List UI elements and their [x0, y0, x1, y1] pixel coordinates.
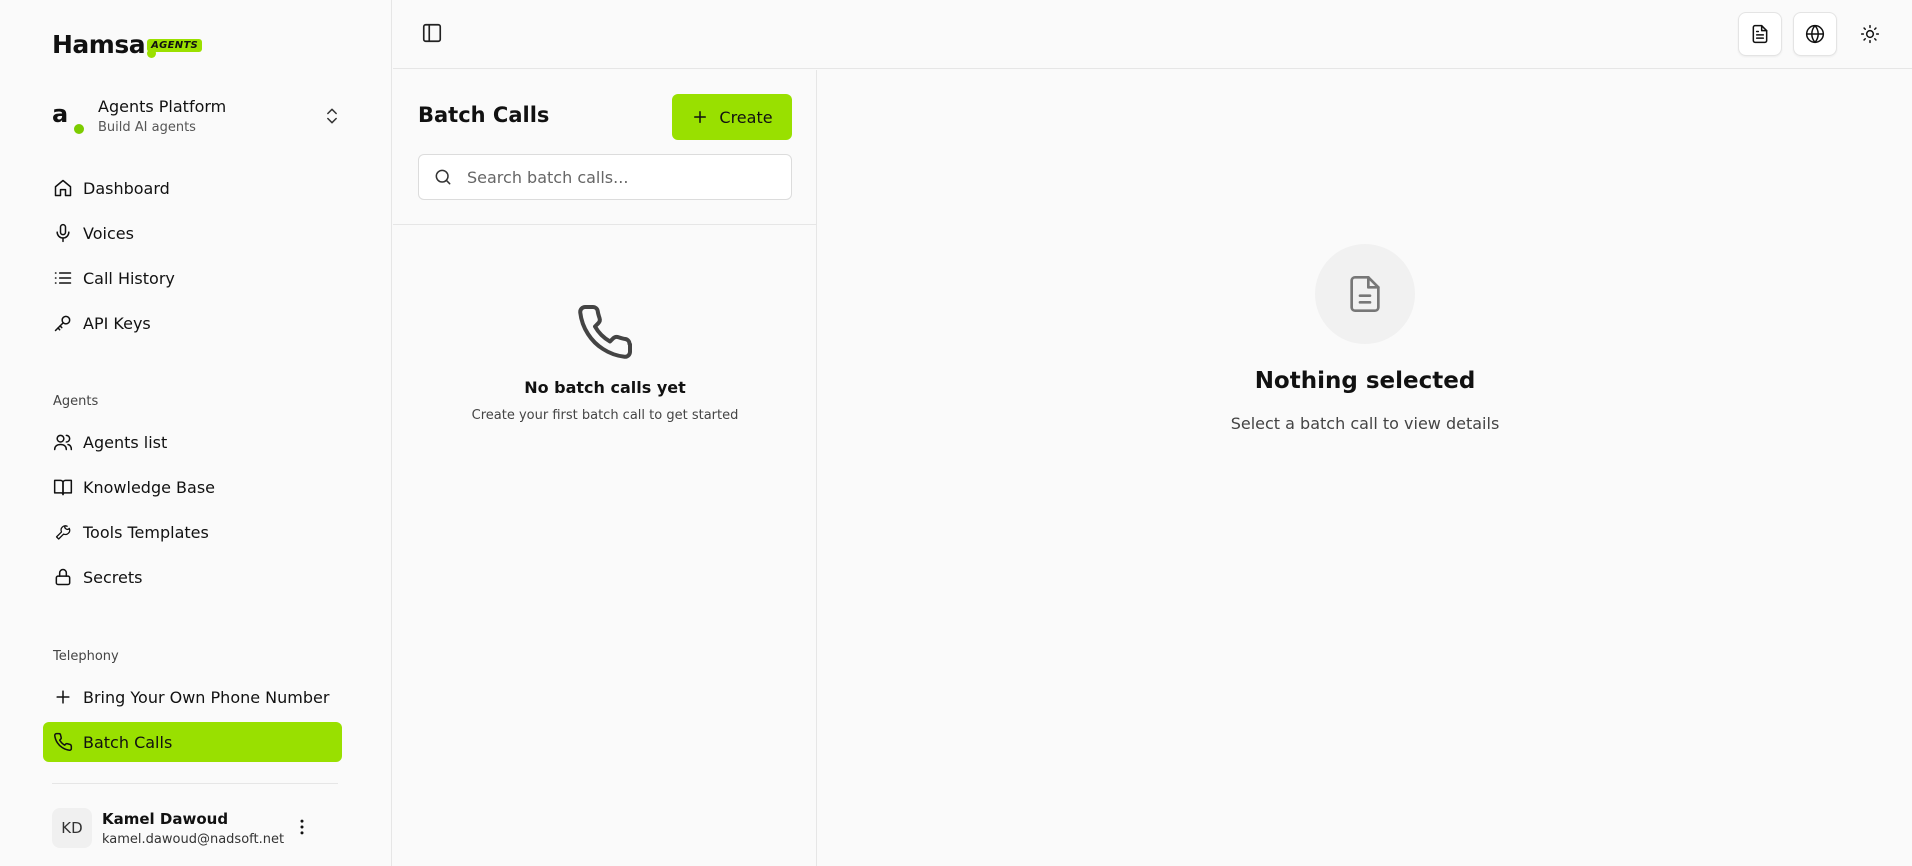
users-icon [53, 432, 73, 452]
workspace-title: Agents Platform [98, 97, 227, 116]
sidebar-item-label: Dashboard [83, 178, 170, 198]
top-bar [393, 0, 1912, 69]
document-icon [1750, 24, 1770, 44]
search-input[interactable] [467, 167, 767, 187]
document-icon [1345, 274, 1385, 314]
section-label-agents: Agents [53, 394, 99, 409]
batch-calls-header: Batch Calls Create [393, 70, 817, 225]
divider [52, 783, 338, 784]
workspace-switcher[interactable]: a Agents Platform Build AI agents [52, 90, 342, 142]
empty-state: No batch calls yet Create your first bat… [393, 302, 817, 423]
more-vertical-icon[interactable] [292, 817, 312, 837]
sidebar-item-label: Batch Calls [83, 732, 173, 752]
workspace-avatar-dot [74, 124, 84, 134]
empty-state-subtitle: Create your first batch call to get star… [471, 408, 739, 423]
sun-icon [1860, 24, 1880, 44]
search-box [418, 154, 792, 200]
sidebar-item-label: Knowledge Base [83, 477, 215, 497]
avatar: KD [52, 808, 92, 848]
microphone-icon [53, 223, 73, 243]
empty-state-title: No batch calls yet [524, 378, 686, 397]
sidebar-item-call-history[interactable]: Call History [43, 258, 342, 298]
sidebar: Hamsa AGENTS a Agents Platform Build AI … [0, 0, 392, 866]
sidebar-item-dashboard[interactable]: Dashboard [43, 168, 342, 208]
section-label-telephony: Telephony [53, 649, 119, 664]
sidebar-item-agents-list[interactable]: Agents list [43, 422, 342, 462]
lock-icon [53, 567, 73, 587]
sidebar-item-secrets[interactable]: Secrets [43, 557, 342, 597]
book-icon [53, 477, 73, 497]
user-profile[interactable]: KD Kamel Dawoud kamel.dawoud@nadsoft.net [52, 805, 342, 851]
wrench-icon [53, 522, 73, 542]
workspace-subtitle: Build AI agents [98, 120, 196, 135]
brand-badge-text: AGENTS [151, 40, 199, 51]
sidebar-toggle-icon[interactable] [421, 22, 443, 44]
detail-empty-state: Nothing selected Select a batch call to … [818, 244, 1912, 433]
globe-icon [1805, 24, 1825, 44]
sidebar-item-voices[interactable]: Voices [43, 213, 342, 253]
search-icon [433, 167, 453, 187]
brand-dot [147, 49, 157, 58]
sidebar-item-bring-your-own-number[interactable]: Bring Your Own Phone Number [43, 677, 342, 717]
sidebar-item-label: Voices [83, 223, 134, 243]
brand-logo[interactable]: Hamsa AGENTS [52, 30, 203, 59]
document-placeholder [1315, 244, 1415, 344]
user-name: Kamel Dawoud [102, 809, 229, 828]
theme-toggle-button[interactable] [1848, 12, 1892, 56]
key-icon [53, 313, 73, 333]
docs-button[interactable] [1738, 12, 1782, 56]
detail-empty-subtitle: Select a batch call to view details [1230, 414, 1500, 433]
chevrons-up-down-icon [322, 106, 342, 126]
sidebar-item-label: Tools Templates [83, 522, 209, 542]
phone-icon [575, 302, 635, 362]
workspace-avatar: a [52, 100, 84, 134]
workspace-avatar-letter: a [52, 100, 69, 128]
phone-icon [53, 732, 73, 752]
sidebar-item-label: Bring Your Own Phone Number [83, 687, 330, 707]
sidebar-item-label: Agents list [83, 432, 168, 452]
brand-name: Hamsa [52, 30, 146, 59]
sidebar-item-label: API Keys [83, 313, 151, 333]
brand-badge: AGENTS [147, 39, 203, 58]
detail-empty-title: Nothing selected [1254, 368, 1476, 394]
list-icon [53, 268, 73, 288]
sidebar-item-api-keys[interactable]: API Keys [43, 303, 342, 343]
user-email: kamel.dawoud@nadsoft.net [102, 831, 285, 847]
page-title: Batch Calls [418, 103, 550, 127]
create-button-label: Create [719, 107, 773, 127]
sidebar-item-knowledge-base[interactable]: Knowledge Base [43, 467, 342, 507]
home-icon [53, 178, 73, 198]
batch-call-detail-panel: Nothing selected Select a batch call to … [818, 70, 1912, 866]
create-button[interactable]: Create [672, 94, 792, 140]
batch-calls-panel: Batch Calls Create No batch calls yet Cr… [393, 70, 817, 866]
sidebar-item-label: Call History [83, 268, 175, 288]
plus-icon [53, 687, 73, 707]
sidebar-item-label: Secrets [83, 567, 143, 587]
sidebar-item-batch-calls[interactable]: Batch Calls [43, 722, 342, 762]
sidebar-item-tools-templates[interactable]: Tools Templates [43, 512, 342, 552]
plus-icon [691, 108, 709, 126]
language-button[interactable] [1793, 12, 1837, 56]
